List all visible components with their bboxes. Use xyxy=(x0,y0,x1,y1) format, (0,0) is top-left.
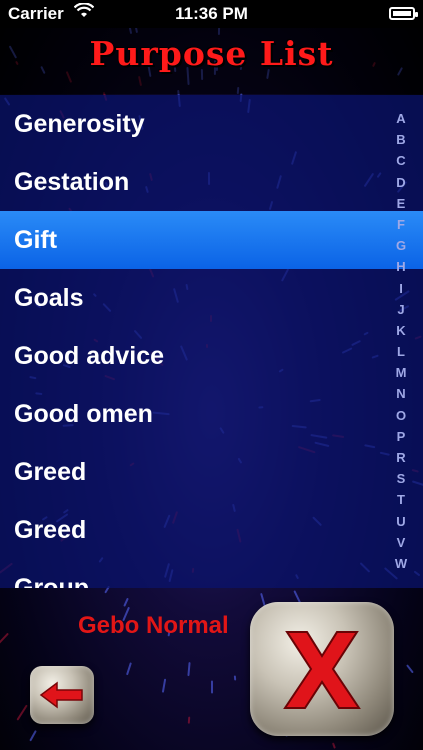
list-item[interactable]: Gift xyxy=(0,211,423,269)
index-letter[interactable]: E xyxy=(397,193,406,214)
index-letter[interactable]: J xyxy=(397,299,404,320)
index-letter[interactable]: A xyxy=(396,108,405,129)
left-arrow-icon xyxy=(39,681,83,709)
index-letter[interactable]: F xyxy=(397,214,405,235)
index-letter[interactable]: S xyxy=(397,468,406,489)
index-letter[interactable]: N xyxy=(396,383,405,404)
index-letter[interactable]: W xyxy=(395,553,407,574)
index-letter[interactable]: M xyxy=(396,362,407,383)
cancel-button[interactable] xyxy=(250,602,394,736)
x-icon xyxy=(283,631,361,709)
index-letter[interactable]: V xyxy=(397,532,406,553)
index-letter[interactable]: R xyxy=(396,447,405,468)
bottom-bar: Gebo Normal xyxy=(0,588,423,750)
index-letter[interactable]: T xyxy=(397,489,405,510)
mode-label: Gebo Normal xyxy=(78,612,229,639)
index-letter[interactable]: O xyxy=(396,405,406,426)
index-letter[interactable]: U xyxy=(396,511,405,532)
list-item[interactable]: Group xyxy=(0,559,423,588)
index-letter[interactable]: D xyxy=(396,172,405,193)
index-letter[interactable]: L xyxy=(397,341,405,362)
index-letter[interactable]: B xyxy=(396,129,405,150)
status-bar: Carrier 11:36 PM xyxy=(0,0,423,28)
index-letter[interactable]: P xyxy=(397,426,406,447)
list-item[interactable]: Gestation xyxy=(0,153,423,211)
list-item[interactable]: Greed xyxy=(0,501,423,559)
list-item[interactable]: Generosity xyxy=(0,95,423,153)
list-item[interactable]: Greed xyxy=(0,443,423,501)
list-item[interactable]: Good omen xyxy=(0,385,423,443)
battery-icon xyxy=(389,7,418,20)
clock: 11:36 PM xyxy=(175,4,248,23)
index-letter[interactable]: H xyxy=(396,256,405,277)
index-letter[interactable]: G xyxy=(396,235,406,256)
page-title: Purpose List xyxy=(89,34,334,73)
purpose-list[interactable]: Generosity Gestation Gift Goals Good advice G… xyxy=(0,95,423,588)
index-letter[interactable]: C xyxy=(396,150,405,171)
back-button[interactable] xyxy=(30,666,94,724)
index-letter[interactable]: I xyxy=(399,278,403,299)
section-index[interactable]: ABCDEFGHIJKLMNOPRSTUVW xyxy=(391,108,411,574)
index-letter[interactable]: K xyxy=(396,320,405,341)
list-item[interactable]: Goals xyxy=(0,269,423,327)
list-item[interactable]: Good advice xyxy=(0,327,423,385)
